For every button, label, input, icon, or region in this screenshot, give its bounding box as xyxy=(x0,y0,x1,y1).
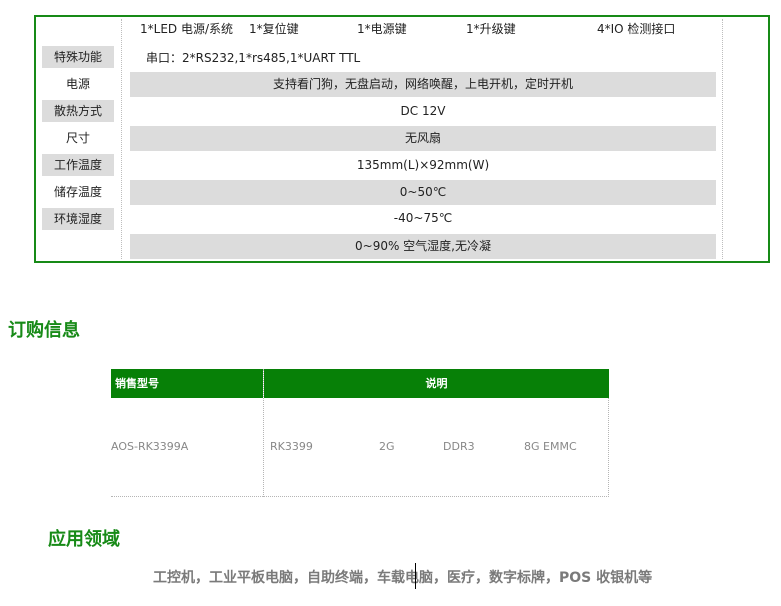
apps-section-title: 应用领域 xyxy=(48,529,120,550)
order-header-model: 销售型号 xyxy=(111,369,263,398)
spec-top-item: 1*LED 电源/系统 xyxy=(140,22,234,36)
order-header-desc: 说明 xyxy=(264,369,609,398)
spec-value-work-temp: 0~50℃ xyxy=(130,180,716,205)
spec-top-item: 1*电源键 xyxy=(357,22,407,36)
spec-value-storage-temp: -40~75℃ xyxy=(393,211,453,225)
spec-value-humidity: 0~90% 空气湿度,无冷凝 xyxy=(130,234,716,259)
spec-value-size: 135mm(L)×92mm(W) xyxy=(356,158,490,172)
order-model: AOS-RK3399A xyxy=(111,440,189,453)
spec-label-storage-temp: 储存温度 xyxy=(53,185,102,199)
spec-value-cooling: 无风扇 xyxy=(130,126,716,151)
spec-label-special: 特殊功能 xyxy=(42,46,114,68)
column-divider xyxy=(121,19,122,259)
spec-top-item: 1*复位键 xyxy=(249,22,299,36)
column-divider xyxy=(722,19,723,259)
order-desc-ram: 2G xyxy=(379,440,395,453)
order-desc-cpu: RK3399 xyxy=(270,440,313,453)
spec-label-humidity: 环境湿度 xyxy=(42,208,114,230)
order-column-divider xyxy=(263,369,264,497)
spec-top-item: 1*升级键 xyxy=(466,22,516,36)
order-desc-storage: 8G EMMC xyxy=(524,440,577,453)
spec-value-power: DC 12V xyxy=(400,104,446,118)
text-cursor xyxy=(415,563,416,589)
spec-label-cooling: 散热方式 xyxy=(42,100,114,122)
spec-value-special: 支持看门狗，无盘启动，网络唤醒，上电开机，定时开机 xyxy=(130,72,716,97)
spec-label-power: 电源 xyxy=(65,77,90,91)
spec-serial: 串口：2*RS232,1*rs485,1*UART TTL xyxy=(146,51,361,65)
order-section-title: 订购信息 xyxy=(8,320,80,341)
spec-label-work-temp: 工作温度 xyxy=(42,154,114,176)
spec-top-item: 4*IO 检测接口 xyxy=(597,22,676,36)
apps-text: 工控机，工业平板电脑，自助终端，车载电脑，医疗，数字标牌，POS 收银机等 xyxy=(153,570,653,586)
order-desc-ram-type: DDR3 xyxy=(443,440,475,453)
spec-label-size: 尺寸 xyxy=(65,131,90,145)
